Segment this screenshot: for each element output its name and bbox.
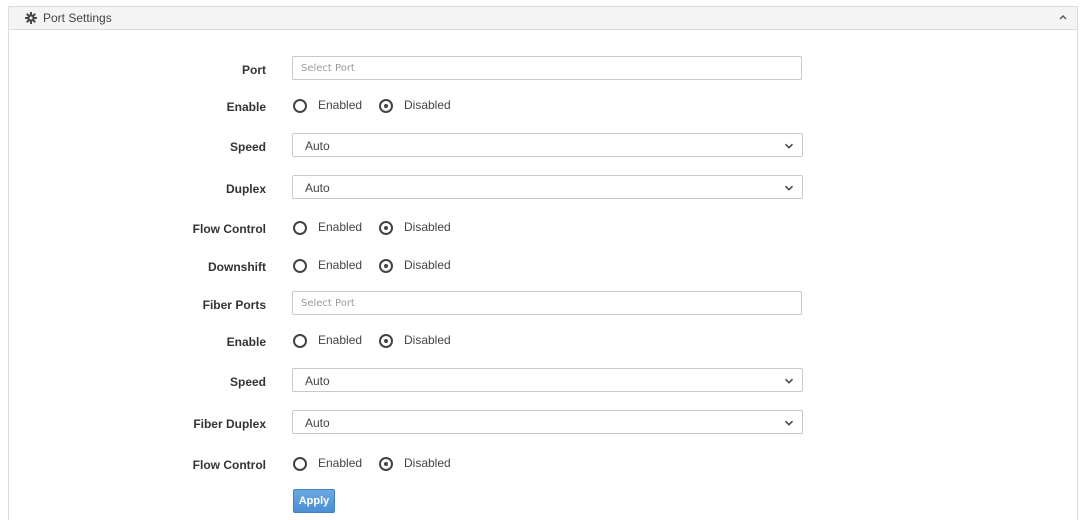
fiber-ports-input[interactable] — [292, 291, 802, 315]
enable-label: Enable — [226, 100, 266, 114]
downshift-label: Downshift — [208, 260, 266, 274]
fiber-ports-label: Fiber Ports — [202, 298, 266, 312]
duplex-row: Duplex Auto — [9, 175, 1079, 201]
radio-label: Enabled — [318, 333, 363, 347]
duplex-value: Auto — [305, 181, 330, 195]
fiber-ports-row: Fiber Ports — [9, 291, 1079, 317]
radio-label: Disabled — [404, 456, 451, 470]
fiber-flow-control-row: Flow Control Enabled Disabled — [9, 451, 1079, 477]
speed-value: Auto — [305, 139, 330, 153]
chevron-down-icon — [784, 185, 794, 191]
fiber-enable-row: Enable Enabled Disabled — [9, 328, 1079, 354]
speed-select[interactable]: Auto — [292, 133, 803, 157]
radio-checked-icon — [379, 259, 393, 273]
duplex-select[interactable]: Auto — [292, 175, 803, 199]
gear-icon — [25, 12, 37, 24]
radio-dot — [384, 104, 388, 108]
panel-title: Port Settings — [43, 11, 112, 25]
radio-checked-icon — [379, 334, 393, 348]
radio-label: Disabled — [404, 220, 451, 234]
fiber-duplex-row: Fiber Duplex Auto — [9, 410, 1079, 436]
radio-dot — [384, 226, 388, 230]
fiber-duplex-label: Fiber Duplex — [193, 417, 266, 431]
port-settings-panel: Port Settings Port Enable Enabled Disabl… — [8, 6, 1078, 520]
chevron-down-icon — [784, 420, 794, 426]
radio-label: Enabled — [318, 456, 363, 470]
chevron-up-icon[interactable] — [1057, 11, 1069, 23]
port-input[interactable] — [292, 56, 802, 80]
radio-label: Enabled — [318, 258, 363, 272]
fiber-duplex-value: Auto — [305, 416, 330, 430]
fiber-enable-label: Enable — [226, 335, 266, 349]
radio-dot — [384, 462, 388, 466]
radio-label: Disabled — [404, 333, 451, 347]
chevron-down-icon — [784, 143, 794, 149]
speed-label: Speed — [229, 140, 266, 154]
radio-checked-icon — [379, 221, 393, 235]
radio-label: Disabled — [404, 258, 451, 272]
flow-control-label: Flow Control — [192, 222, 266, 236]
radio-unchecked-icon — [293, 334, 307, 348]
fiber-flow-control-label: Flow Control — [192, 458, 266, 472]
radio-checked-icon — [379, 99, 393, 113]
radio-unchecked-icon — [293, 99, 307, 113]
radio-label: Enabled — [318, 220, 363, 234]
apply-button[interactable]: Apply — [293, 489, 335, 513]
radio-label: Disabled — [404, 98, 451, 112]
radio-checked-icon — [379, 457, 393, 471]
chevron-down-icon — [784, 378, 794, 384]
fiber-speed-value: Auto — [305, 374, 330, 388]
radio-label: Enabled — [318, 98, 363, 112]
flow-control-row: Flow Control Enabled Disabled — [9, 215, 1079, 241]
fiber-duplex-select[interactable]: Auto — [292, 410, 803, 434]
fiber-speed-label: Speed — [229, 375, 266, 389]
fiber-speed-select[interactable]: Auto — [292, 368, 803, 392]
radio-unchecked-icon — [293, 457, 307, 471]
speed-row: Speed Auto — [9, 133, 1079, 159]
downshift-row: Downshift Enabled Disabled — [9, 253, 1079, 279]
radio-dot — [384, 264, 388, 268]
port-row: Port — [9, 56, 1079, 82]
port-label: Port — [242, 63, 266, 77]
radio-dot — [384, 339, 388, 343]
duplex-label: Duplex — [225, 182, 266, 196]
fiber-speed-row: Speed Auto — [9, 368, 1079, 394]
radio-unchecked-icon — [293, 259, 307, 273]
panel-header[interactable]: Port Settings — [9, 7, 1077, 30]
radio-unchecked-icon — [293, 221, 307, 235]
enable-row: Enable Enabled Disabled — [9, 93, 1079, 119]
